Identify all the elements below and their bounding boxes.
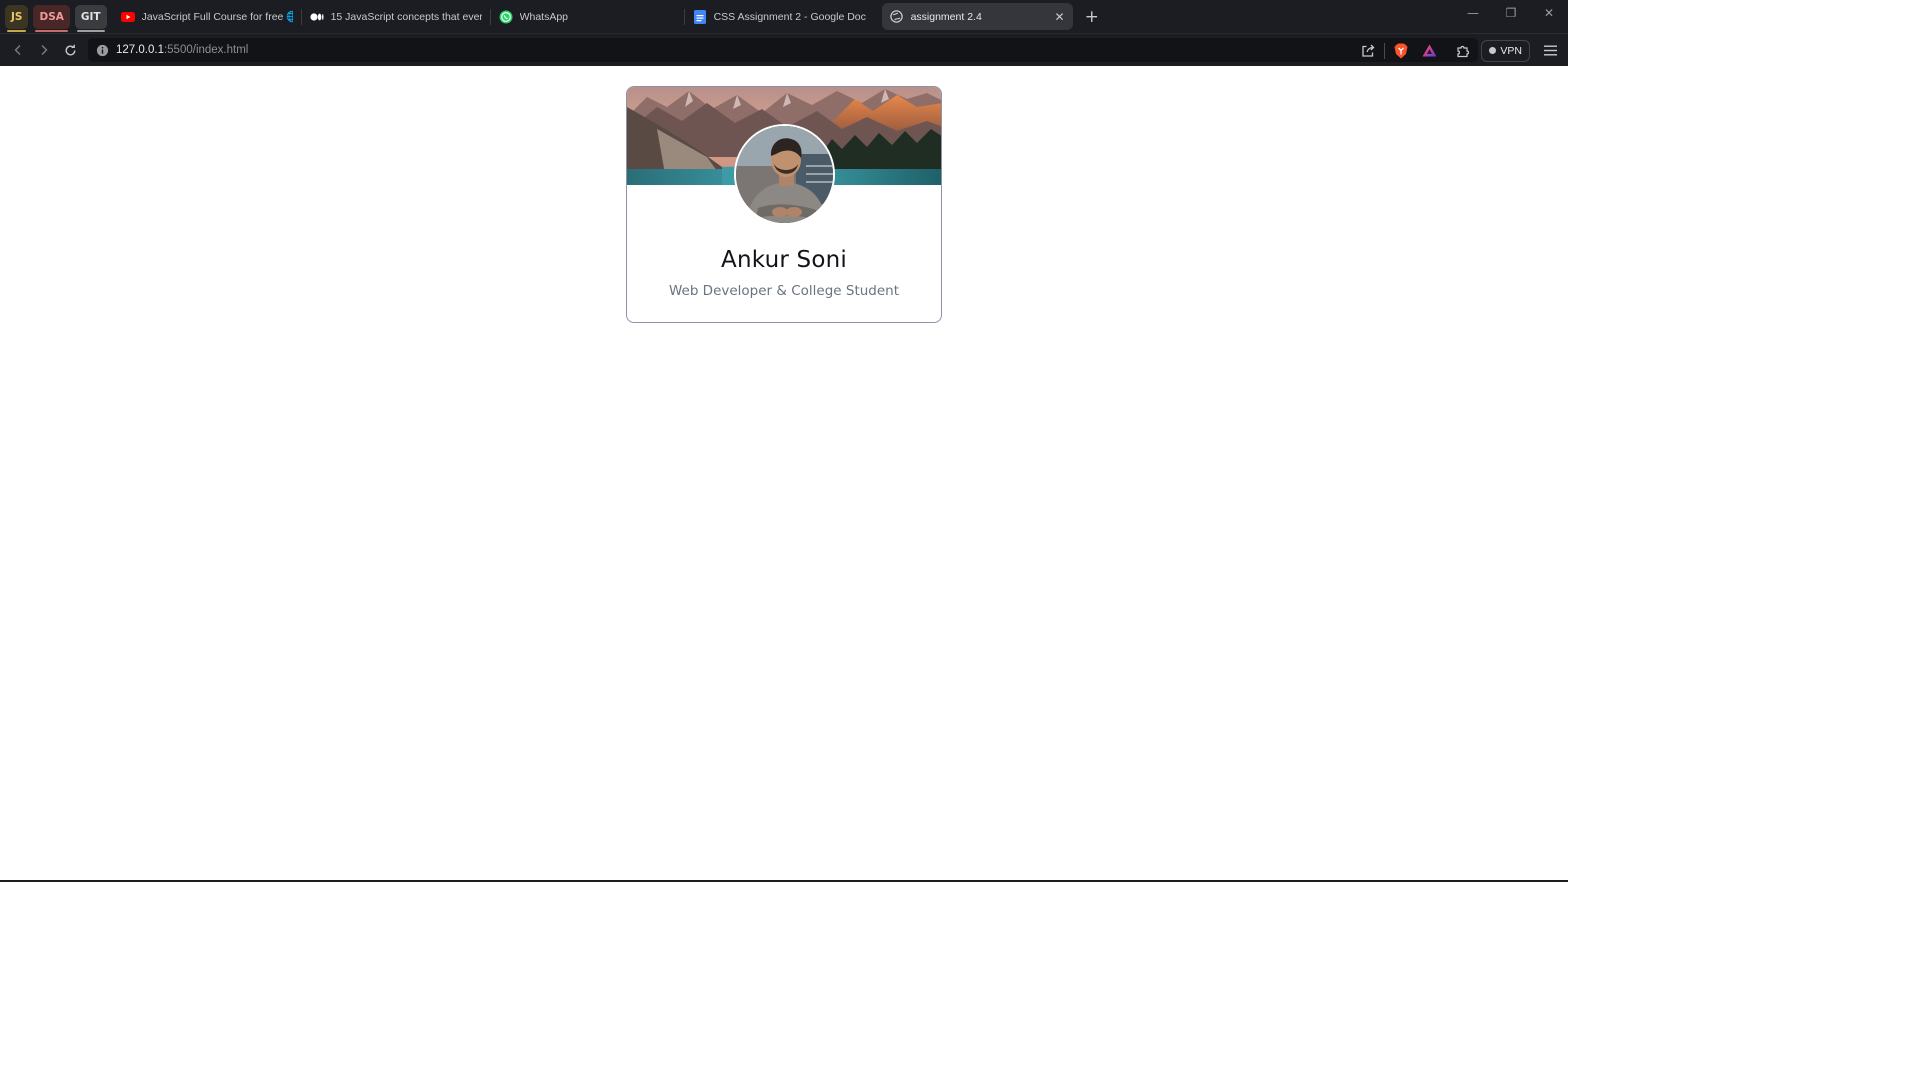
close-window-button[interactable]: ✕ (1530, 0, 1568, 26)
page-viewport: Ankur Soni Web Developer & College Stude… (0, 66, 1568, 880)
profile-name: Ankur Soni (721, 247, 847, 273)
arrow-right-icon (41, 45, 48, 55)
window-controls: — ❐ ✕ (1454, 0, 1568, 26)
tab-title: assignment 2.4 (910, 10, 982, 23)
reload-button[interactable] (57, 37, 83, 63)
restore-button[interactable]: ❐ (1492, 0, 1530, 26)
browser-toolbar: 127.0.0.1:5500/index.html VPN (0, 33, 1568, 66)
vpn-status-icon (1489, 47, 1497, 54)
extensions-icon[interactable] (1449, 37, 1477, 65)
tab-group-dsa[interactable]: DSA (33, 4, 70, 32)
whatsapp-icon (499, 10, 513, 24)
close-tab-icon[interactable]: ✕ (1047, 10, 1065, 24)
back-button[interactable] (5, 37, 31, 63)
tab-youtube[interactable]: JavaScript Full Course for free 🌐 (2( (113, 3, 301, 30)
menu-icon[interactable] (1536, 37, 1564, 65)
toolbar-divider (1384, 42, 1386, 59)
site-info-icon[interactable] (88, 44, 116, 57)
tab-group-label: GIT (80, 10, 101, 23)
tab-medium[interactable]: 15 JavaScript concepts that every Jav (302, 3, 490, 30)
vpn-label: VPN (1500, 44, 1522, 57)
tab-group-label: DSA (39, 10, 64, 23)
tab-whatsapp[interactable]: WhatsApp (491, 3, 684, 30)
brave-rewards-icon[interactable] (1415, 37, 1443, 65)
tab-title: JavaScript Full Course for free 🌐 (2( (141, 11, 293, 23)
profile-role: Web Developer & College Student (668, 283, 900, 299)
url-host: 127.0.0.1 (116, 44, 164, 56)
forward-button[interactable] (31, 37, 57, 63)
tab-google-docs[interactable]: CSS Assignment 2 - Google Docs (685, 3, 874, 30)
profile-card: Ankur Soni Web Developer & College Stude… (626, 86, 942, 323)
tab-title: CSS Assignment 2 - Google Docs (713, 10, 866, 23)
reload-icon (65, 44, 75, 55)
tab-title: WhatsApp (519, 10, 569, 23)
globe-icon (890, 10, 904, 24)
tab-title: 15 JavaScript concepts that every Jav (330, 10, 482, 23)
url-text: 127.0.0.1:5500/index.html (116, 44, 248, 56)
toolbar-actions: VPN (1354, 34, 1568, 67)
vpn-button[interactable]: VPN (1481, 39, 1530, 62)
brave-shields-icon[interactable] (1387, 37, 1415, 65)
tab-group-label: JS (11, 10, 23, 23)
arrow-left-icon (14, 45, 21, 55)
tab-group-js[interactable]: JS (5, 4, 29, 32)
avatar (734, 124, 835, 225)
youtube-icon (120, 10, 135, 24)
url-path: :5500/index.html (163, 44, 249, 56)
medium-icon (309, 10, 324, 24)
google-docs-icon (693, 9, 707, 24)
tab-strip: JS DSA GIT JavaScript Full Course for fr… (0, 0, 1568, 33)
minimize-button[interactable]: — (1454, 0, 1492, 26)
new-tab-button[interactable]: + (1085, 7, 1099, 27)
share-icon[interactable] (1354, 37, 1382, 65)
tab-assignment-active[interactable]: assignment 2.4 ✕ (881, 3, 1073, 30)
address-bar[interactable]: 127.0.0.1:5500/index.html (88, 38, 1478, 62)
window-bottom-border (0, 880, 1568, 882)
tab-group-git[interactable]: GIT (74, 4, 107, 32)
